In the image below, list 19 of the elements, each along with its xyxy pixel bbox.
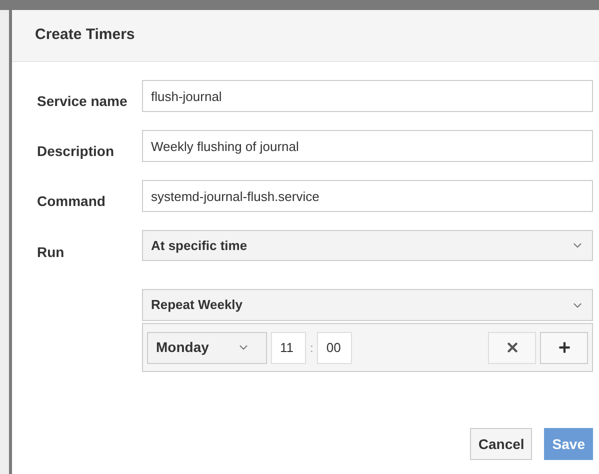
repeat-select[interactable]: Repeat Weekly [142, 289, 593, 321]
minute-field[interactable]: 00 [317, 332, 352, 364]
add-button[interactable] [540, 332, 588, 364]
run-select[interactable]: At specific time [142, 230, 593, 261]
text-field[interactable]: systemd-journal-flush.service [142, 180, 593, 212]
field-label: Command [37, 192, 106, 210]
field-label: Service name [37, 92, 128, 110]
field-label: Run [37, 243, 66, 262]
plus-icon [556, 340, 572, 355]
remove-button[interactable] [488, 332, 536, 364]
day-select[interactable]: Monday [147, 332, 267, 364]
close-icon [504, 340, 520, 355]
cancel-button[interactable]: Cancel [470, 428, 532, 460]
text-field[interactable]: flush-journal [142, 80, 593, 112]
dialog-title: Create Timers [35, 25, 135, 46]
time-separator: : [310, 340, 314, 356]
text-field[interactable]: Weekly flushing of journal [142, 130, 593, 162]
hour-field[interactable]: 11 [271, 332, 306, 364]
field-label: Description [37, 142, 116, 161]
